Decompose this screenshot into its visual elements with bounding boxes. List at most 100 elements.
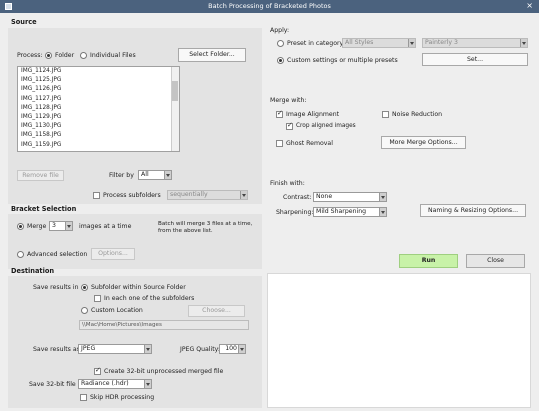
- crop-aligned-checkbox[interactable]: [286, 121, 293, 130]
- merge-label: Merge: [27, 223, 47, 230]
- file-list-scrollbar[interactable]: [171, 67, 179, 151]
- process-subfolders-checkbox[interactable]: [93, 192, 100, 199]
- batch-info-line-1: Batch will merge 3 files at a time,: [158, 221, 253, 227]
- skip-hdr-checkbox[interactable]: [80, 394, 87, 401]
- list-item[interactable]: IMG_1130.JPG: [18, 122, 179, 131]
- list-item[interactable]: IMG_1125.JPG: [18, 76, 179, 85]
- folder-radio[interactable]: [45, 52, 52, 59]
- preset-select-value: Painterly 3: [425, 39, 458, 46]
- chevron-down-icon: [164, 171, 171, 179]
- run-button[interactable]: Run: [399, 254, 458, 268]
- filter-select-value: All: [141, 171, 149, 178]
- advanced-selection-label: Advanced selection: [27, 251, 88, 258]
- chevron-down-icon: [408, 39, 415, 47]
- finish-with-heading: Finish with:: [270, 180, 305, 187]
- jpeg-quality-stepper[interactable]: 100: [219, 344, 246, 354]
- options-button[interactable]: Options...: [91, 248, 135, 260]
- set-button[interactable]: Set...: [422, 53, 528, 66]
- process-label: Process:: [17, 52, 43, 59]
- custom-settings-label: Custom settings or multiple presets: [287, 57, 398, 64]
- crop-aligned-label: Crop aligned images: [296, 123, 356, 129]
- images-at-time-label: images at a time: [79, 223, 132, 230]
- ghost-removal-checkbox[interactable]: [276, 140, 283, 147]
- apply-heading: Apply:: [270, 27, 290, 34]
- window-title: Batch Processing of Bracketed Photos: [208, 2, 331, 10]
- bracket-heading: Bracket Selection: [11, 205, 77, 213]
- choose-button[interactable]: Choose...: [188, 305, 245, 317]
- subfolder-radio[interactable]: [81, 284, 88, 291]
- chevron-down-icon: [65, 222, 72, 230]
- merge-count-value: 3: [52, 222, 56, 229]
- batch-info-line-2: from the above list.: [158, 228, 213, 234]
- save-32bit-select[interactable]: Radiance (.hdr): [78, 379, 152, 389]
- list-item[interactable]: IMG_1126.JPG: [18, 85, 179, 94]
- more-merge-options-button[interactable]: More Merge Options...: [381, 136, 466, 149]
- list-item[interactable]: IMG_1159.JPG: [18, 141, 179, 150]
- list-item[interactable]: IMG_1128.JPG: [18, 104, 179, 113]
- subfolders-mode-value: sequentially: [170, 191, 208, 198]
- save-results-in-label: Save results in: [33, 284, 79, 291]
- skip-hdr-label: Skip HDR processing: [90, 394, 155, 401]
- merge-count-select[interactable]: 3: [49, 221, 73, 231]
- chevron-down-icon: [379, 193, 386, 201]
- process-subfolders-label: Process subfolders: [103, 192, 161, 199]
- left-pane: Source Process: Folder Individual Files …: [8, 14, 262, 408]
- contrast-select[interactable]: None: [313, 192, 387, 202]
- save-results-as-label: Save results as: [33, 346, 80, 353]
- merge-radio[interactable]: [17, 223, 24, 230]
- file-list[interactable]: IMG_1124.JPG IMG_1125.JPG IMG_1126.JPG I…: [17, 66, 180, 152]
- bracket-panel: Merge 3 images at a time Batch will merg…: [8, 214, 262, 269]
- save-32bit-label: Save 32-bit file as: [29, 381, 85, 388]
- jpeg-quality-value: 100: [225, 345, 237, 352]
- individual-files-radio[interactable]: [80, 52, 87, 59]
- sharpening-label: Sharpening:: [276, 209, 314, 216]
- list-item[interactable]: IMG_1158.JPG: [18, 131, 179, 140]
- preview-area: [267, 273, 531, 408]
- individual-files-label: Individual Files: [90, 52, 136, 59]
- folder-radio-label: Folder: [55, 52, 75, 59]
- list-item[interactable]: IMG_1127.JPG: [18, 95, 179, 104]
- source-heading: Source: [11, 18, 37, 26]
- each-subfolder-checkbox[interactable]: [94, 295, 101, 302]
- destination-panel: Save results in Subfolder within Source …: [8, 276, 262, 408]
- filter-select[interactable]: All: [138, 170, 172, 180]
- scrollbar-thumb[interactable]: [172, 81, 178, 101]
- image-alignment-checkbox[interactable]: [276, 109, 283, 118]
- select-folder-button[interactable]: Select Folder...: [178, 48, 246, 62]
- path-field[interactable]: \\Mac\Home\Pictures\Images: [79, 320, 249, 330]
- chevron-down-icon: [379, 208, 386, 216]
- contrast-label: Contrast:: [283, 194, 312, 201]
- close-button[interactable]: Close: [466, 254, 525, 268]
- noise-reduction-checkbox[interactable]: [382, 111, 389, 118]
- advanced-selection-radio[interactable]: [17, 251, 24, 258]
- category-select[interactable]: All Styles: [342, 38, 416, 48]
- merge-with-heading: Merge with:: [270, 97, 307, 104]
- format-select[interactable]: JPEG: [78, 344, 152, 354]
- custom-location-radio[interactable]: [81, 307, 88, 314]
- custom-settings-radio[interactable]: [277, 57, 284, 64]
- chevron-down-icon: [144, 345, 151, 353]
- subfolder-radio-label: Subfolder within Source Folder: [91, 284, 186, 291]
- each-subfolder-label: In each one of the subfolders: [104, 295, 195, 302]
- list-item[interactable]: IMG_1124.JPG: [18, 67, 179, 76]
- sharpening-select[interactable]: Mild Sharpening: [313, 207, 387, 217]
- format-select-value: JPEG: [81, 345, 96, 352]
- custom-location-label: Custom Location: [91, 307, 143, 314]
- jpeg-quality-label: JPEG Quality:: [180, 346, 220, 353]
- preset-category-label: Preset in category: [287, 40, 344, 47]
- source-panel: Process: Folder Individual Files Select …: [8, 28, 262, 204]
- chevron-down-icon: [240, 191, 247, 199]
- save-32bit-value: Radiance (.hdr): [81, 380, 129, 387]
- naming-resizing-button[interactable]: Naming & Resizing Options...: [420, 204, 526, 217]
- preset-category-radio[interactable]: [277, 40, 284, 47]
- stepper-icon: [238, 345, 245, 353]
- noise-reduction-label: Noise Reduction: [392, 111, 443, 118]
- close-icon[interactable]: ×: [526, 1, 533, 10]
- preset-select[interactable]: Painterly 3: [422, 38, 528, 48]
- sharpening-select-value: Mild Sharpening: [316, 208, 367, 215]
- subfolders-mode-select[interactable]: sequentially: [167, 190, 248, 200]
- remove-file-button[interactable]: Remove file: [17, 170, 64, 181]
- list-item[interactable]: IMG_1129.JPG: [18, 113, 179, 122]
- category-select-value: All Styles: [345, 39, 374, 46]
- create-32bit-checkbox[interactable]: [94, 366, 101, 375]
